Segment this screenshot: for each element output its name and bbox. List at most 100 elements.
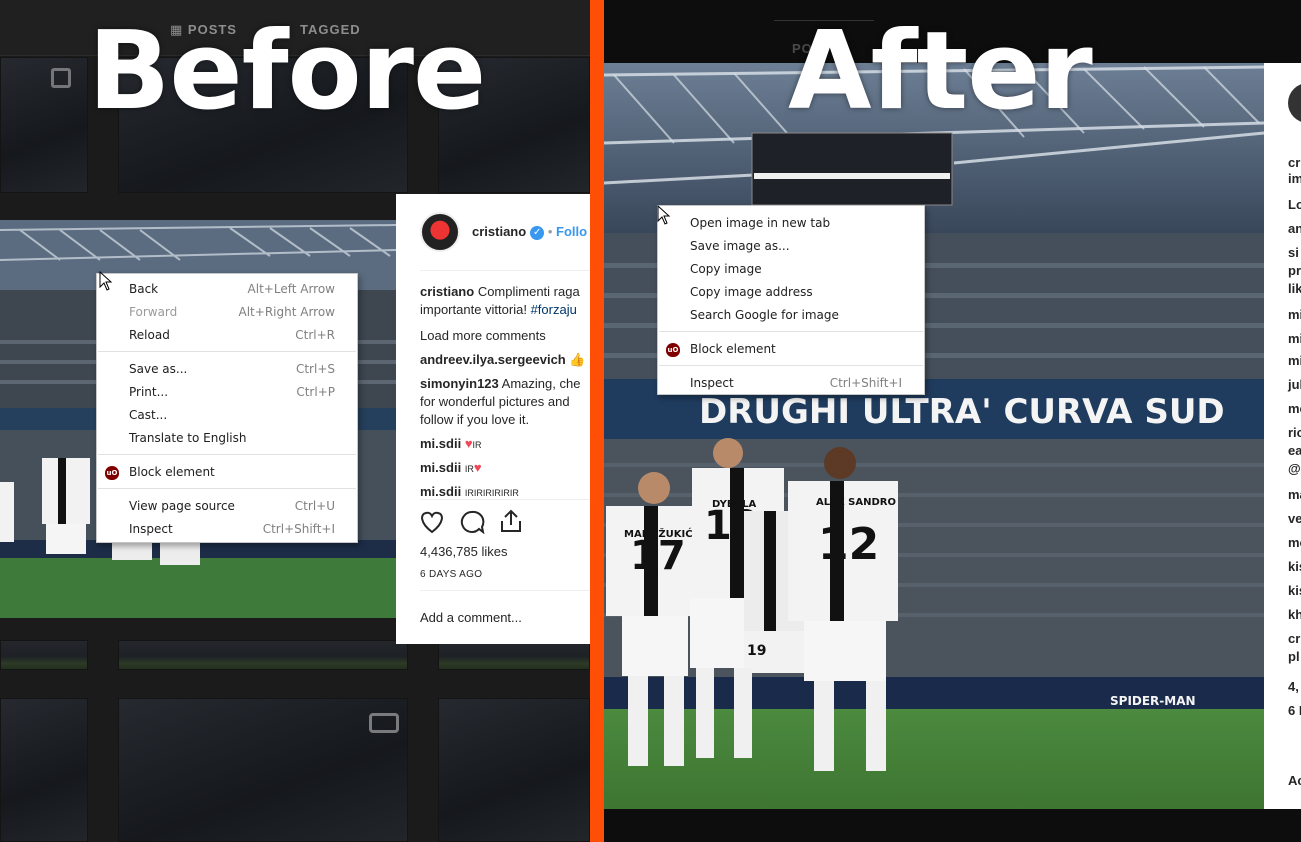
caption-text: Complimenti raga [477, 284, 580, 299]
svg-text:12: 12 [818, 519, 879, 570]
strip-text-fragment: cri [1288, 631, 1301, 646]
hashtag-link[interactable]: #forzaju [531, 302, 577, 317]
grid-post-tile[interactable] [0, 698, 88, 842]
grid-post-tile[interactable] [0, 57, 88, 193]
add-comment-input[interactable]: Add a comment... [420, 610, 522, 625]
strip-text-fragment: @ [1288, 461, 1301, 476]
after-screenshot: POST DRUGHI ULTRA' CURVA SUD SPIDER-MAN … [604, 0, 1301, 842]
divider [420, 590, 590, 591]
strip-text-fragment: mo [1288, 535, 1301, 550]
comment-bubble-icon[interactable] [458, 510, 486, 534]
avatar[interactable] [420, 212, 460, 252]
menu-item-block-element[interactable]: uO Block element [658, 338, 924, 361]
image-context-menu: Open image in new tab Save image as... C… [657, 205, 925, 395]
comment: andreev.ilya.sergeevich 👍 [420, 352, 586, 368]
comment-text: 👍 [569, 352, 586, 367]
menu-item-view-source[interactable]: View page source Ctrl+U [97, 495, 357, 518]
strip-text-fragment: kh [1288, 607, 1301, 622]
menu-item-inspect[interactable]: Inspect Ctrl+Shift+I [658, 372, 924, 395]
svg-text:ALEX SANDRO: ALEX SANDRO [816, 497, 896, 508]
verified-badge-icon: ✓ [530, 225, 545, 240]
username-link[interactable]: cristiano [472, 224, 526, 239]
menu-item-inspect[interactable]: Inspect Ctrl+Shift+I [97, 518, 357, 541]
strip-text-fragment: cri [1288, 155, 1301, 170]
post-detail-panel: cristiano ✓ • Follo cristiano Complimenti… [396, 194, 590, 644]
after-headline: After [788, 9, 1093, 134]
comment-username[interactable]: simonyin123 [420, 376, 499, 391]
divider [420, 499, 590, 500]
grid-post-tile[interactable] [438, 640, 590, 670]
strip-text-fragment: kis [1288, 559, 1301, 574]
post-header: cristiano ✓ • Follo [472, 224, 587, 240]
heart-emoji-icon: ♥ [464, 436, 473, 451]
like-heart-icon[interactable] [418, 510, 446, 534]
comment: simonyin123 Amazing, che [420, 376, 580, 391]
menu-item-reload[interactable]: Reload Ctrl+R [97, 324, 357, 347]
menu-item-back[interactable]: Back Alt+Left Arrow [97, 278, 357, 301]
strip-text-fragment: mo [1288, 401, 1301, 416]
strip-text-fragment: pr [1288, 263, 1301, 278]
comment-text: IR [472, 440, 482, 450]
orange-divider [590, 0, 604, 842]
browser-context-menu: Back Alt+Left Arrow Forward Alt+Right Arro… [96, 273, 358, 543]
comment: mi.sdii IR♥ [420, 460, 482, 475]
avatar[interactable] [1288, 83, 1301, 123]
comment-username[interactable]: mi.sdii [420, 436, 461, 451]
caption-text: importante vittoria! [420, 302, 527, 317]
menu-item-block-element[interactable]: uO Block element [97, 461, 357, 484]
sponsor-text: SPIDER-MAN [1110, 694, 1196, 708]
strip-text-fragment: ma [1288, 487, 1301, 502]
ublock-icon: uO [105, 466, 119, 480]
likes-count[interactable]: 4,436,785 likes [420, 544, 507, 559]
comment: mi.sdii IRIRIRIRIRIR [420, 484, 519, 499]
caption-username[interactable]: cristiano [420, 284, 474, 299]
strip-text-fragment: ric [1288, 425, 1301, 440]
comparison-image: ▦ POSTS TAGGED cristiano ✓ • Follo crist… [0, 0, 1301, 842]
ublock-icon: uO [666, 343, 680, 357]
menu-item-print[interactable]: Print... Ctrl+P [97, 381, 357, 404]
load-more-comments[interactable]: Load more comments [420, 328, 546, 343]
strip-text-fragment: mi [1288, 331, 1301, 346]
before-screenshot: ▦ POSTS TAGGED cristiano ✓ • Follo crist… [0, 0, 590, 842]
caption-line: cristiano Complimenti raga [420, 284, 580, 299]
comment-text: Amazing, che [501, 376, 581, 391]
menu-item-save-image-as[interactable]: Save image as... [658, 235, 924, 258]
menu-item-search-google-image[interactable]: Search Google for image [658, 304, 924, 327]
grid-post-tile[interactable] [118, 698, 408, 842]
carousel-icon [51, 68, 71, 88]
menu-item-save-as[interactable]: Save as... Ctrl+S [97, 358, 357, 381]
grid-post-tile[interactable] [0, 640, 88, 670]
strip-text-fragment: pl [1288, 649, 1300, 664]
comment: mi.sdii ♥IR [420, 436, 482, 451]
separator: • [547, 224, 553, 239]
svg-text:MANDŽUKIĆ: MANDŽUKIĆ [624, 527, 693, 540]
menu-item-translate[interactable]: Translate to English [97, 427, 357, 450]
caption-line: importante vittoria! #forzaju [420, 302, 577, 317]
share-icon[interactable] [498, 508, 524, 534]
comment-username[interactable]: mi.sdii [420, 460, 461, 475]
heart-emoji-icon: ♥ [473, 460, 482, 475]
comment-username[interactable]: mi.sdii [420, 484, 461, 499]
follow-button[interactable]: Follo [556, 224, 587, 239]
grid-post-tile[interactable] [118, 640, 408, 670]
comment-username[interactable]: andreev.ilya.sergeevich [420, 352, 566, 367]
menu-separator [659, 331, 923, 332]
comment-text: IR [464, 464, 474, 474]
comment-continued: follow if you love it. [420, 412, 530, 427]
menu-item-copy-image[interactable]: Copy image [658, 258, 924, 281]
strip-text-fragment: 6 D [1288, 703, 1301, 718]
expanded-image[interactable]: DRUGHI ULTRA' CURVA SUD SPIDER-MAN 17 MA… [604, 63, 1264, 809]
strip-text-fragment: 4, [1288, 679, 1299, 694]
menu-item-forward[interactable]: Forward Alt+Right Arrow [97, 301, 357, 324]
strip-text-fragment: Lo [1288, 197, 1301, 212]
strip-text-fragment: mi [1288, 307, 1301, 322]
menu-item-copy-image-address[interactable]: Copy image address [658, 281, 924, 304]
menu-separator [98, 351, 356, 352]
menu-item-open-image-new-tab[interactable]: Open image in new tab [658, 212, 924, 235]
strip-text-fragment: im [1288, 171, 1301, 186]
strip-text-fragment: Ac [1288, 773, 1301, 788]
banner-text: DRUGHI ULTRA' CURVA SUD [699, 392, 1225, 432]
svg-text:19: 19 [747, 643, 766, 659]
grid-post-tile[interactable] [438, 698, 590, 842]
menu-item-cast[interactable]: Cast... [97, 404, 357, 427]
